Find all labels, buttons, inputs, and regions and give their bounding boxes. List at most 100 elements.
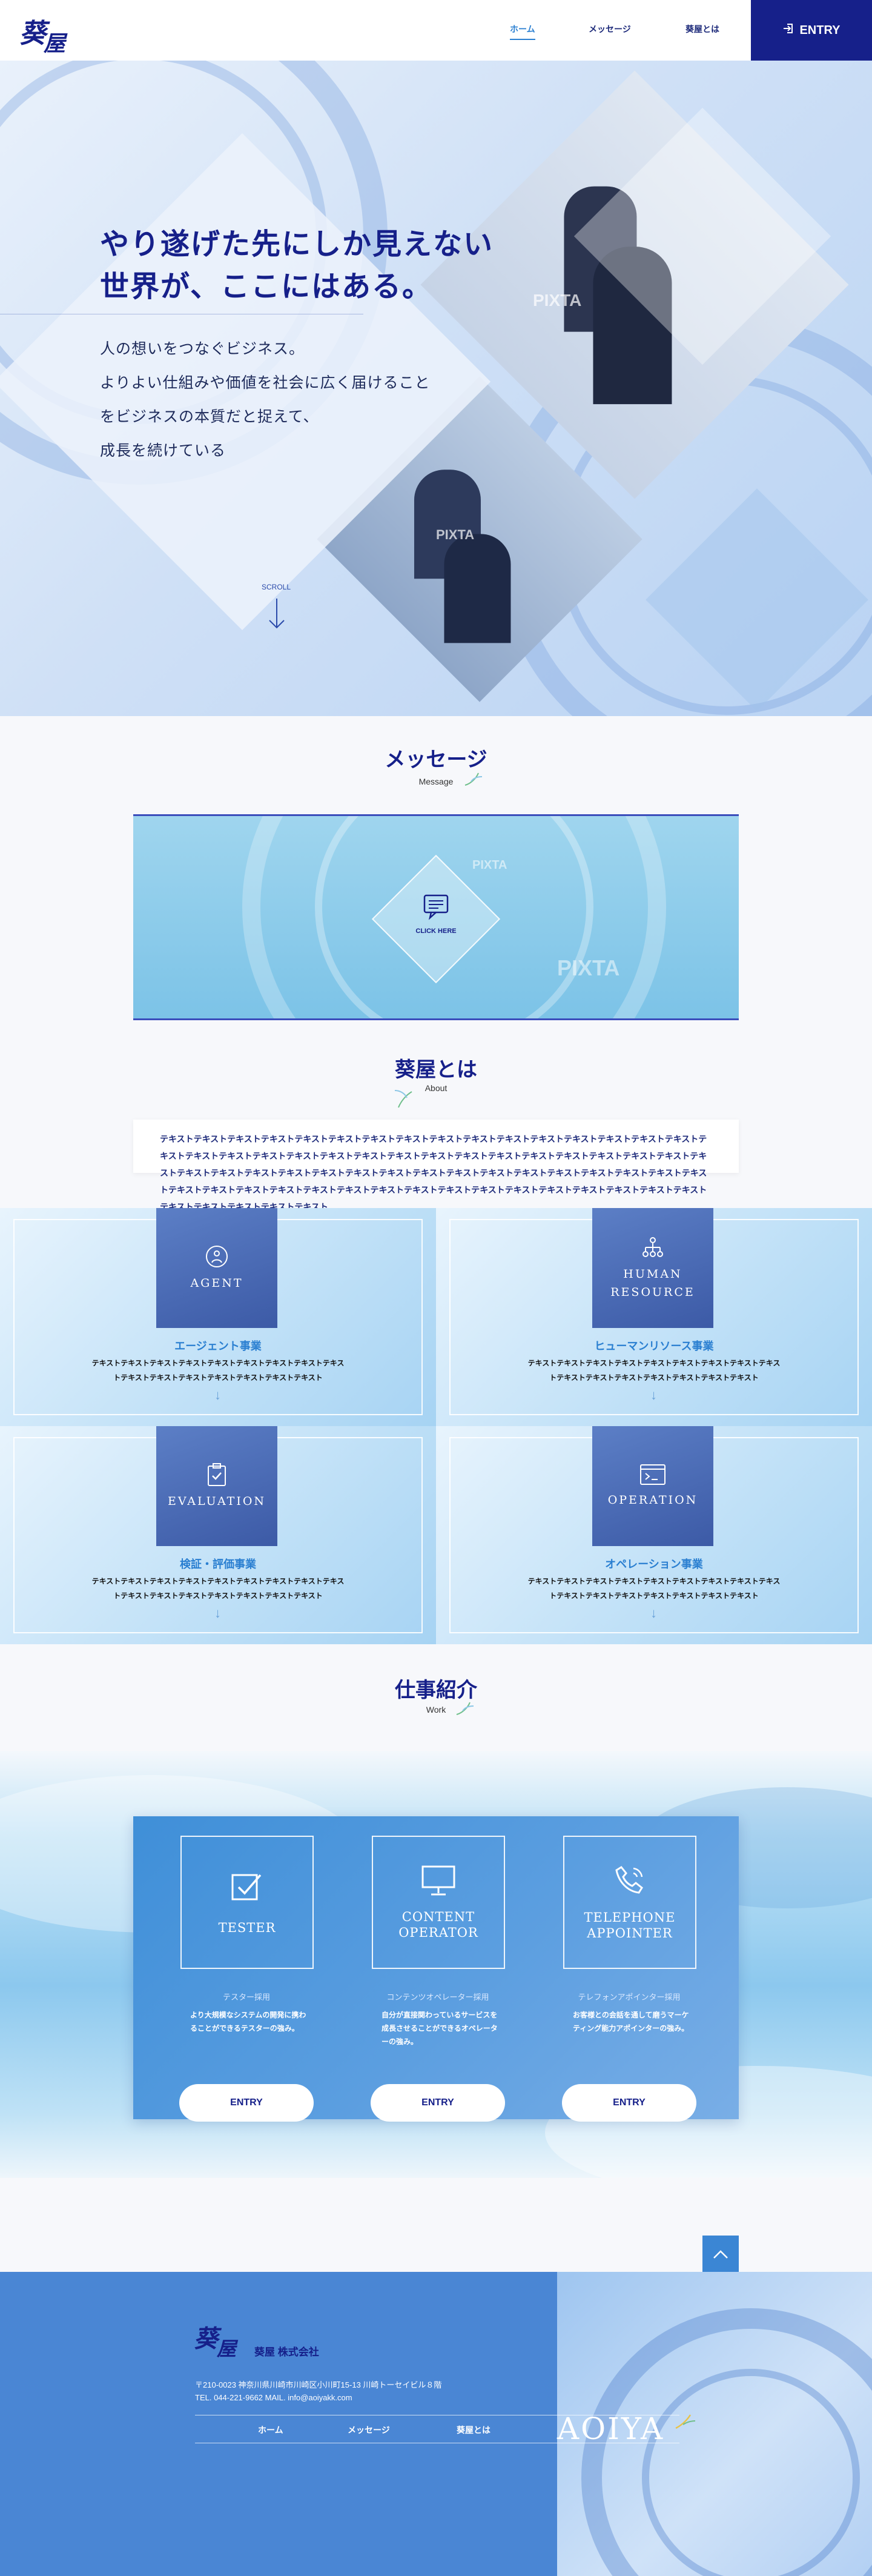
org-chart-icon — [641, 1235, 665, 1265]
phone-icon — [613, 1864, 647, 1901]
footer-brand-wordmark: AOIYA — [557, 2411, 665, 2446]
hero-body-line: 成長を続けている — [100, 442, 226, 459]
work-section-subtitle: Work — [426, 1705, 446, 1715]
svg-text:屋: 屋 — [43, 31, 68, 55]
header-entry-button[interactable]: ENTRY — [751, 0, 872, 61]
site-logo[interactable]: 葵 屋 — [17, 8, 71, 56]
hero-body-line: よりよい仕組みや価値を社会に広く届けること — [100, 374, 431, 391]
site-header: 葵 屋 ホーム メッセージ 葵屋とは ENTRY — [0, 0, 872, 61]
business-photo: HUMAN RESOURCE — [592, 1208, 713, 1328]
message-banner[interactable]: CLICK HERE PIXTA PIXTA — [133, 814, 739, 1020]
footer-logo[interactable]: 葵 屋 — [193, 2317, 247, 2362]
business-photo: EVALUATION — [156, 1426, 277, 1546]
business-card-human-resource[interactable]: HUMAN RESOURCE ヒューマンリソース事業 テキストテキストテキストテ… — [436, 1208, 872, 1426]
leaf-icon — [463, 771, 487, 791]
job-description: お客様との会話を通して磨うマーケティング能力アポインターの強み。 — [573, 2011, 689, 2033]
job-label: TELEPHONE APPOINTER — [584, 1910, 676, 1940]
footer-ring-decoration — [642, 2369, 860, 2576]
about-section-subtitle: About — [424, 1083, 448, 1093]
hero-title: やり遂げた先にしか見えない 世界が、ここにはある。 — [100, 223, 494, 308]
nav-about[interactable]: 葵屋とは — [685, 23, 719, 35]
business-photo-label: AGENT — [190, 1276, 243, 1290]
business-text: テキストテキストテキストテキストテキストテキストテキストテキストテキストテキスト… — [91, 1359, 345, 1382]
leaf-icon — [673, 2412, 698, 2434]
business-card-agent[interactable]: AGENT エージェント事業 テキストテキストテキストテキストテキストテキストテ… — [0, 1208, 436, 1426]
hero-body-line: 人の想いをつなぐビジネス。 — [100, 340, 305, 357]
job-category: テレフォンアポインター採用 — [578, 1993, 681, 2002]
hero-body-line: をビジネスの本質だと捉えて、 — [100, 408, 319, 425]
business-photo: AGENT — [156, 1208, 277, 1328]
watermark: PIXTA — [472, 858, 507, 872]
leaf-icon — [392, 1084, 414, 1112]
footer-nav-home[interactable]: ホーム — [258, 2424, 283, 2436]
nav-home[interactable]: ホーム — [510, 23, 535, 40]
job-category: テスター採用 — [222, 1993, 270, 2002]
work-section-title: 仕事紹介 — [395, 1679, 477, 1702]
business-title: 検証・評価事業 — [180, 1558, 256, 1570]
footer-address: 〒210-0023 神奈川県川崎市川崎区小川町15-13 川崎トーセイビル８階 — [195, 2380, 442, 2389]
job-category: コンテンツオペレーター採用 — [386, 1993, 489, 2002]
back-to-top-button[interactable] — [702, 2236, 739, 2272]
checkbox-icon — [230, 1869, 264, 1907]
job-card-content-operator: CONTENT OPERATOR コンテンツオペレーター採用 自分が直接関わって… — [325, 1836, 516, 2122]
down-arrow-icon[interactable]: ↓ — [214, 1605, 221, 1621]
svg-text:屋: 屋 — [216, 2337, 239, 2359]
job-entry-button[interactable]: ENTRY — [371, 2084, 505, 2122]
business-card-evaluation[interactable]: EVALUATION 検証・評価事業 テキストテキストテキストテキストテキストテ… — [0, 1426, 436, 1644]
message-section-title: メッセージ — [385, 748, 487, 771]
watermark: PIXTA — [557, 955, 620, 980]
job-description: 自分が直接関わっているサービスを成長させることができるオペレーターの強み。 — [382, 2011, 498, 2046]
monitor-icon — [420, 1864, 457, 1900]
job-box[interactable]: TESTER — [180, 1836, 314, 1969]
business-text: テキストテキストテキストテキストテキストテキストテキストテキストテキストテキスト… — [527, 1577, 781, 1600]
click-here-label[interactable]: CLICK HERE — [400, 928, 472, 935]
about-text: テキストテキストテキストテキストテキストテキストテキストテキストテキストテキスト… — [133, 1120, 739, 1212]
footer-nav-message[interactable]: メッセージ — [348, 2424, 390, 2436]
job-description: より大規模なシステムの開発に携わることができるテスターの強み。 — [190, 2011, 306, 2033]
job-card-tester: TESTER テスター採用 より大規模なシステムの開発に携わることができるテスタ… — [133, 1836, 325, 2122]
leaf-icon — [454, 1700, 478, 1720]
business-text: テキストテキストテキストテキストテキストテキストテキストテキストテキストテキスト… — [527, 1359, 781, 1382]
business-photo-label: EVALUATION — [167, 1494, 266, 1508]
work-panel: TESTER テスター採用 より大規模なシステムの開発に携わることができるテスタ… — [133, 1816, 739, 2122]
about-section-title: 葵屋とは — [395, 1058, 477, 1081]
job-card-telephone-appointer: TELEPHONE APPOINTER テレフォンアポインター採用 お客様との会… — [516, 1836, 707, 2122]
job-box[interactable]: CONTENT OPERATOR — [372, 1836, 505, 1969]
hero-title-line: 世界が、ここにはある。 — [100, 270, 433, 304]
business-photo: OPERATION — [592, 1426, 713, 1546]
message-section-subtitle: Message — [418, 777, 454, 786]
chevron-up-icon — [713, 2245, 728, 2263]
footer-company-name: 葵屋 株式会社 — [254, 2346, 319, 2358]
business-card-operation[interactable]: OPERATION オペレーション事業 テキストテキストテキストテキストテキスト… — [436, 1426, 872, 1644]
down-arrow-icon[interactable]: ↓ — [214, 1387, 221, 1403]
business-photo-label: HUMAN RESOURCE — [610, 1267, 695, 1299]
entry-label: ENTRY — [799, 23, 841, 37]
watermark: PIXTA — [436, 527, 475, 542]
business-text: テキストテキストテキストテキストテキストテキストテキストテキストテキストテキスト… — [91, 1577, 345, 1600]
site-footer: 葵 屋 葵屋 株式会社 〒210-0023 神奈川県川崎市川崎区小川町15-13… — [0, 2272, 872, 2576]
scroll-down-arrow-icon[interactable] — [268, 599, 286, 633]
down-arrow-icon[interactable]: ↓ — [650, 1605, 657, 1621]
job-entry-button[interactable]: ENTRY — [562, 2084, 696, 2122]
footer-nav-about[interactable]: 葵屋とは — [457, 2424, 490, 2436]
down-arrow-icon[interactable]: ↓ — [650, 1387, 657, 1403]
login-arrow-icon — [782, 22, 794, 38]
business-title: ヒューマンリソース事業 — [594, 1340, 714, 1352]
job-label: CONTENT OPERATOR — [398, 1910, 478, 1940]
business-title: エージェント事業 — [174, 1340, 262, 1352]
job-entry-button[interactable]: ENTRY — [179, 2084, 314, 2122]
hero-section: PIXTA PIXTA やり遂げた先にしか見えない 世界が、ここにはある。 人の… — [0, 61, 872, 716]
job-label: TESTER — [218, 1920, 276, 1935]
chat-bubble-icon — [423, 894, 449, 923]
clipboard-check-icon — [206, 1462, 228, 1492]
hero-title-line: やり遂げた先にしか見えない — [100, 227, 494, 261]
business-photo-label: OPERATION — [607, 1493, 698, 1507]
nav-message[interactable]: メッセージ — [589, 23, 631, 35]
terminal-window-icon — [639, 1464, 666, 1491]
people-network-icon — [205, 1244, 229, 1274]
job-box[interactable]: TELEPHONE APPOINTER — [563, 1836, 696, 1969]
watermark: PIXTA — [533, 291, 582, 310]
scroll-label[interactable]: SCROLL — [262, 583, 291, 591]
footer-contact: TEL. 044-221-9662 MAIL. info@aoiyakk.com — [195, 2393, 352, 2402]
business-title: オペレーション事業 — [605, 1558, 703, 1570]
